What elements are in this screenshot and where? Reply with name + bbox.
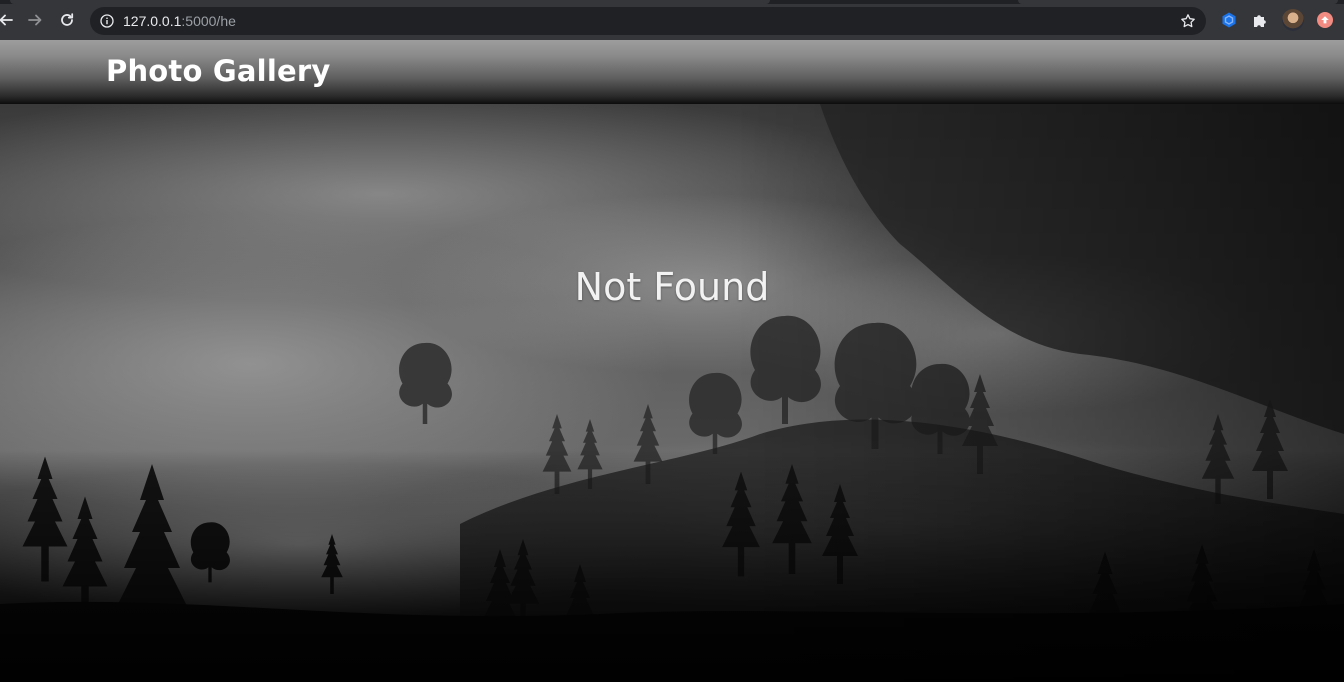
site-title[interactable]: Photo Gallery — [106, 52, 330, 90]
reload-icon — [61, 13, 74, 26]
arrow-left-icon — [0, 14, 13, 26]
browser-toolbar: 127.0.0.1:5000/he — [0, 0, 1344, 40]
not-found-message: Not Found — [574, 265, 770, 309]
address-bar[interactable]: 127.0.0.1:5000/he — [90, 7, 1206, 35]
misty-forest-photo — [0, 104, 1344, 682]
url-path: :5000/he — [181, 13, 236, 29]
back-button[interactable] — [0, 10, 16, 30]
puzzle-icon — [1254, 15, 1266, 27]
site-header: Photo Gallery — [0, 40, 1344, 104]
forward-button[interactable] — [25, 10, 45, 30]
hexagon-extension-button[interactable] — [1220, 11, 1238, 29]
hero-section: Not Found — [0, 104, 1344, 682]
tab-edge-2[interactable] — [1018, 0, 1338, 4]
alert-extension-glyph — [1321, 16, 1329, 24]
tab-edge[interactable] — [10, 0, 770, 4]
url-host: 127.0.0.1 — [123, 13, 182, 29]
url-text[interactable]: 127.0.0.1:5000/he — [123, 12, 236, 30]
arrow-right-icon — [28, 14, 42, 26]
reload-button[interactable] — [57, 10, 77, 30]
tab-strip — [0, 0, 1344, 4]
avatar[interactable] — [1282, 9, 1304, 31]
alert-extension-icon[interactable] — [1317, 12, 1333, 28]
info-icon[interactable] — [100, 14, 114, 28]
star-icon[interactable] — [1180, 13, 1196, 29]
hexagon-extension-icon — [1222, 12, 1236, 28]
extensions-button[interactable] — [1251, 11, 1269, 29]
